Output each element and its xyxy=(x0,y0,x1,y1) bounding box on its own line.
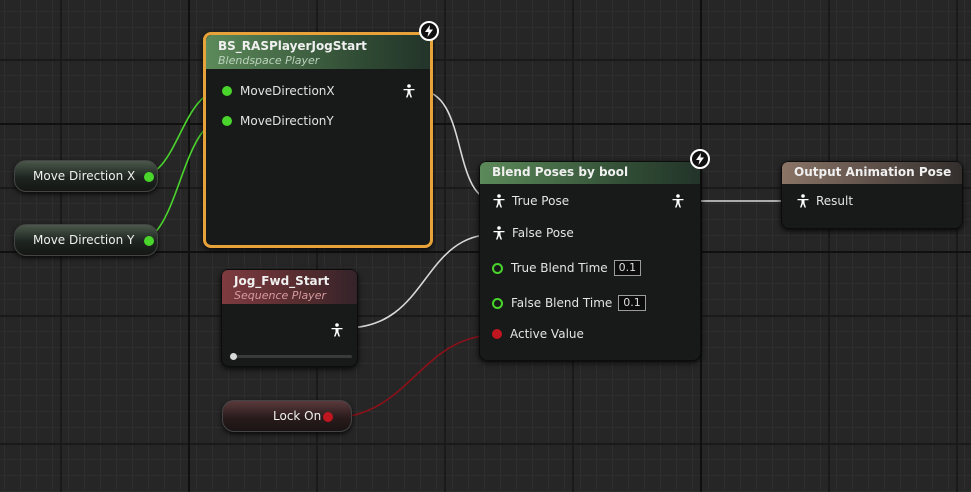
output-animation-pose-node[interactable]: Output Animation Pose Result xyxy=(781,161,963,229)
float-pin-icon[interactable] xyxy=(222,116,232,126)
variable-label: Move Direction Y xyxy=(33,233,135,247)
pin-move-direction-y[interactable]: MoveDirectionY xyxy=(222,114,334,128)
output-pin[interactable] xyxy=(144,172,154,182)
node-subtitle: Blendspace Player xyxy=(218,54,320,67)
false-blend-time-input[interactable]: 0.1 xyxy=(618,295,646,311)
pose-output-pin[interactable] xyxy=(402,84,422,98)
variable-label: Lock On xyxy=(273,409,322,423)
pin-false-blend-time[interactable]: False Blend Time 0.1 xyxy=(492,295,646,311)
node-title: Output Animation Pose xyxy=(794,165,952,179)
wire-sequence-pose xyxy=(344,233,497,329)
node-header: BS_RASPlayerJogStart Blendspace Player xyxy=(206,35,430,69)
pin-label: False Pose xyxy=(512,226,574,240)
pin-false-pose[interactable]: False Pose xyxy=(492,226,574,240)
node-header: Blend Poses by bool xyxy=(480,162,700,184)
node-title: Blend Poses by bool xyxy=(492,165,629,179)
variable-move-direction-y[interactable]: Move Direction Y xyxy=(14,224,158,256)
pin-label: True Blend Time xyxy=(511,261,608,275)
pin-label: MoveDirectionX xyxy=(240,84,335,98)
true-blend-time-input[interactable]: 0.1 xyxy=(613,260,642,276)
float-pin-icon[interactable] xyxy=(222,86,232,96)
playback-position-track[interactable] xyxy=(230,355,352,358)
float-pin-icon[interactable] xyxy=(492,297,503,309)
person-pose-icon xyxy=(493,226,505,240)
person-pose-icon xyxy=(493,194,505,208)
variable-lock-on[interactable]: Lock On xyxy=(222,400,352,432)
pin-label: Active Value xyxy=(510,327,584,341)
node-subtitle: Sequence Player xyxy=(234,289,326,302)
pin-true-pose[interactable]: True Pose xyxy=(492,194,569,208)
playback-position-handle[interactable] xyxy=(230,353,237,360)
variable-move-direction-x[interactable]: Move Direction X xyxy=(14,160,158,192)
node-header: Jog_Fwd_Start Sequence Player xyxy=(222,270,357,304)
pin-label: True Pose xyxy=(512,194,570,208)
person-pose-icon xyxy=(331,323,343,337)
person-pose-icon xyxy=(672,194,684,208)
person-pose-icon xyxy=(403,84,415,98)
node-title: Jog_Fwd_Start xyxy=(234,274,330,288)
person-pose-icon xyxy=(797,194,809,208)
pin-result[interactable]: Result xyxy=(796,194,853,208)
output-pin[interactable] xyxy=(323,412,333,422)
output-pin[interactable] xyxy=(144,236,154,246)
pose-output-pin[interactable] xyxy=(330,323,350,337)
pin-active-value[interactable]: Active Value xyxy=(492,327,584,341)
variable-label: Move Direction X xyxy=(33,169,136,183)
float-pin-icon[interactable] xyxy=(492,262,503,274)
lightning-bolt-icon xyxy=(419,21,439,41)
pin-move-direction-x[interactable]: MoveDirectionX xyxy=(222,84,335,98)
pin-true-blend-time[interactable]: True Blend Time 0.1 xyxy=(492,260,642,276)
blend-poses-by-bool-node[interactable]: Blend Poses by bool True Pose False Pose… xyxy=(479,161,701,361)
sequence-player-node[interactable]: Jog_Fwd_Start Sequence Player xyxy=(221,269,358,367)
pose-output-pin[interactable] xyxy=(671,194,691,208)
blendspace-player-node[interactable]: BS_RASPlayerJogStart Blendspace Player M… xyxy=(203,32,433,248)
pin-label: Result xyxy=(816,194,854,208)
lightning-bolt-icon xyxy=(690,149,710,169)
node-title: BS_RASPlayerJogStart xyxy=(218,39,367,53)
node-header: Output Animation Pose xyxy=(782,162,962,184)
bool-pin-icon[interactable] xyxy=(492,329,502,339)
pin-label: False Blend Time xyxy=(511,296,613,310)
pin-label: MoveDirectionY xyxy=(240,114,334,128)
